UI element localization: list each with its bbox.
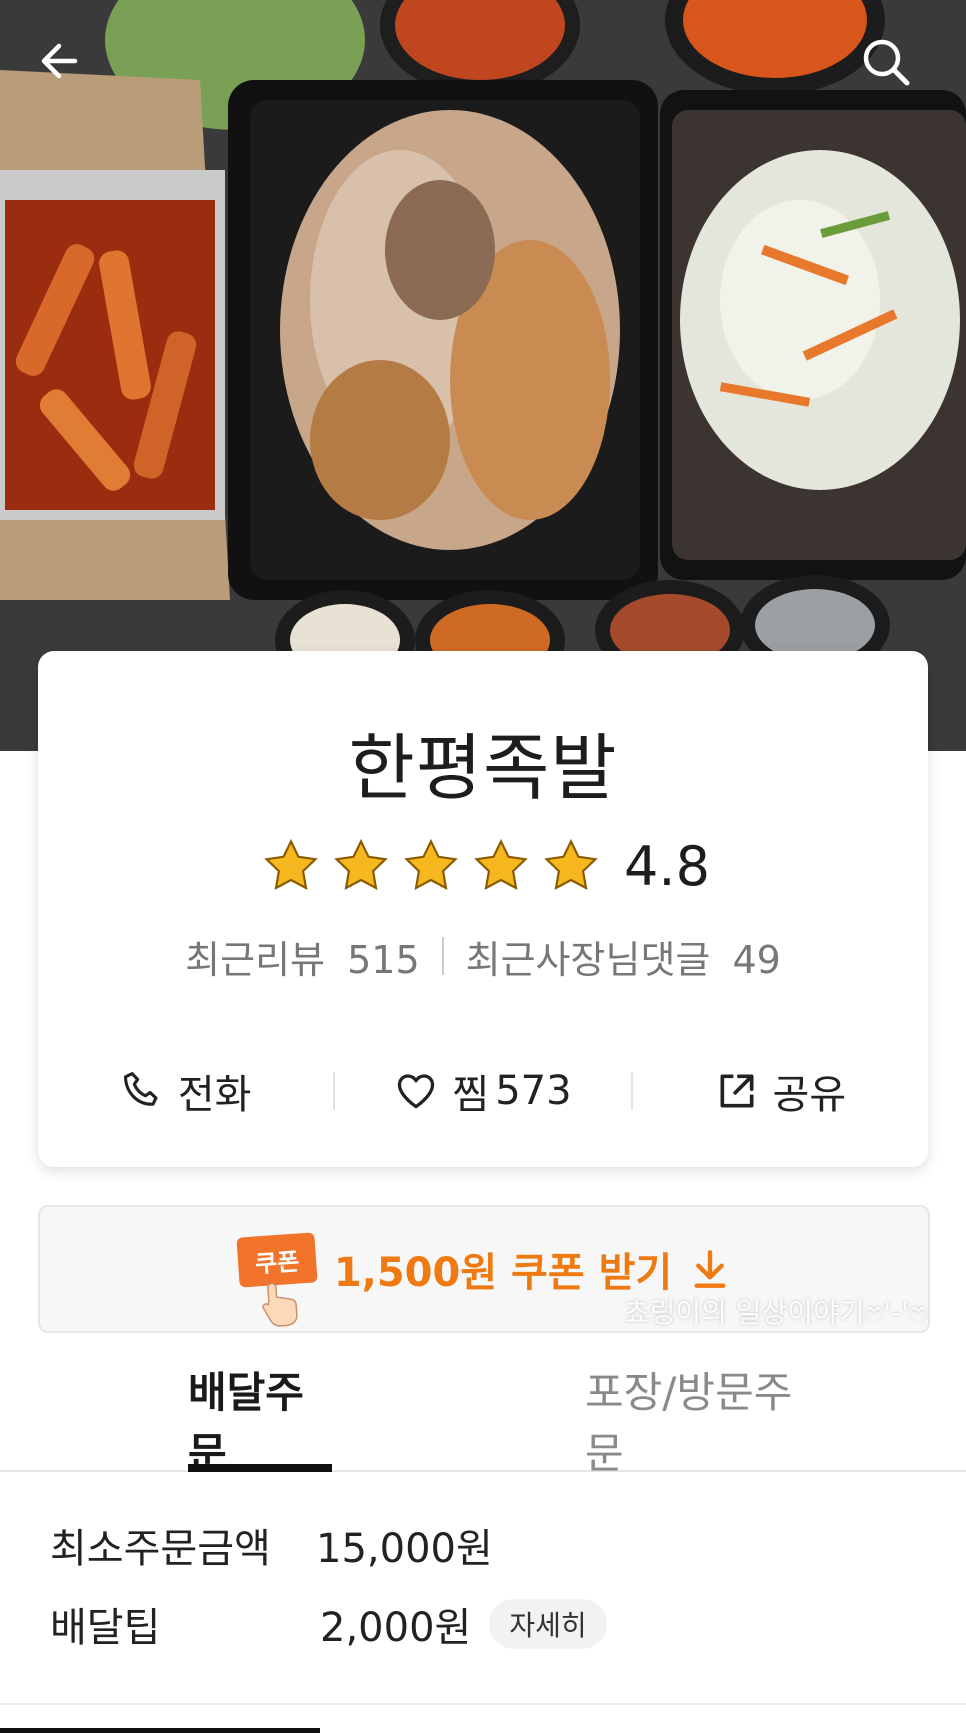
hero-photo bbox=[0, 0, 966, 751]
action-bar: 전화 찜 573 공유 bbox=[38, 1051, 928, 1131]
delivery-tip-label: 배달팁 bbox=[50, 1605, 161, 1651]
owner-replies-label: 최근사장님댓글 bbox=[465, 937, 711, 982]
delivery-tip-value: 2,000원 bbox=[320, 1605, 472, 1651]
coupon-text: 1,500원 쿠폰 받기 bbox=[333, 1250, 673, 1296]
share-label: 공유 bbox=[772, 1072, 847, 1118]
star-icon bbox=[334, 838, 388, 890]
watermark: 쵸링이의 일상이야기ෆ'-'ෆ bbox=[623, 1296, 928, 1329]
arrow-left-icon bbox=[41, 43, 78, 79]
food-photo bbox=[0, 0, 966, 751]
heart-icon bbox=[398, 1074, 435, 1109]
store-info-card: 한평족발 4.8 최근리뷰 515 최근사장님댓글 49 전화 찜 573 공유 bbox=[38, 651, 928, 1167]
share-icon bbox=[720, 1074, 754, 1108]
search-button[interactable] bbox=[860, 36, 930, 106]
star-icon bbox=[264, 838, 318, 890]
favorite-button[interactable]: 찜 573 bbox=[335, 1051, 630, 1131]
hand-icon bbox=[262, 1282, 298, 1327]
share-button[interactable]: 공유 bbox=[633, 1051, 928, 1131]
detail-button[interactable]: 자세히 bbox=[489, 1599, 607, 1649]
recent-reviews-link[interactable]: 최근리뷰 515 bbox=[185, 929, 419, 984]
rating-row: 4.8 bbox=[38, 831, 928, 901]
favorite-count: 573 bbox=[495, 1068, 572, 1114]
review-stats: 최근리뷰 515 최근사장님댓글 49 bbox=[38, 926, 928, 986]
star-icon bbox=[404, 838, 458, 890]
recent-reviews-label: 최근리뷰 bbox=[185, 937, 326, 982]
download-arrow-icon bbox=[694, 1250, 726, 1288]
min-order-label: 최소주문금액 bbox=[50, 1526, 271, 1572]
divider bbox=[0, 1703, 966, 1705]
tab-delivery[interactable]: 배달주문 bbox=[188, 1368, 332, 1478]
divider bbox=[441, 937, 444, 975]
rating-value: 4.8 bbox=[624, 834, 710, 898]
favorite-label: 찜 bbox=[452, 1072, 490, 1118]
back-button[interactable] bbox=[35, 36, 105, 106]
store-name: 한평족발 bbox=[348, 726, 618, 810]
coupon-badge: 쿠폰 bbox=[236, 1232, 318, 1327]
home-indicator bbox=[0, 1728, 320, 1733]
order-type-tabs: 배달주문 포장/방문주문 bbox=[0, 1368, 966, 1478]
tab-pickup[interactable]: 포장/방문주문 bbox=[585, 1368, 825, 1478]
min-order-value: 15,000원 bbox=[316, 1526, 493, 1572]
star-icon bbox=[544, 838, 598, 890]
star-icon bbox=[474, 838, 528, 890]
call-label: 전화 bbox=[177, 1072, 252, 1118]
recent-reviews-count: 515 bbox=[347, 937, 420, 982]
phone-icon bbox=[123, 1072, 158, 1106]
call-button[interactable]: 전화 bbox=[38, 1051, 333, 1131]
min-order-row: 최소주문금액 15,000원 bbox=[50, 1515, 493, 1575]
owner-replies-link[interactable]: 최근사장님댓글 49 bbox=[466, 929, 781, 984]
search-icon bbox=[863, 39, 910, 86]
delivery-tip-row: 배달팁 2,000원 자세히 bbox=[50, 1594, 607, 1654]
owner-replies-count: 49 bbox=[732, 937, 781, 982]
coupon-badge-label: 쿠폰 bbox=[253, 1246, 300, 1279]
